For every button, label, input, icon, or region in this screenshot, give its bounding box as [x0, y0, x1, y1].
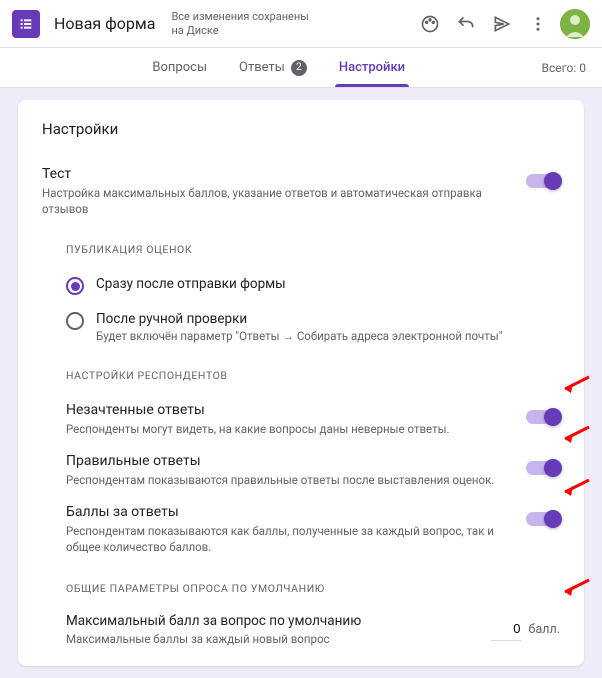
avatar[interactable] [560, 9, 590, 39]
quiz-toggle[interactable] [526, 174, 560, 188]
palette-icon [420, 14, 440, 34]
tab-responses-label: Ответы [239, 60, 285, 75]
publication-label: ПУБЛИКАЦИЯ ОЦЕНОК [66, 243, 560, 256]
respondent-settings-label: НАСТРОЙКИ РЕСПОНДЕНТОВ [66, 369, 560, 382]
opt-missed-desc: Респонденты могут видеть, на какие вопро… [66, 421, 526, 437]
responses-count-badge: 2 [291, 60, 307, 76]
radio-icon-checked [66, 277, 84, 295]
opt-points-toggle[interactable] [526, 512, 560, 526]
undo-button[interactable] [448, 6, 484, 42]
opt-missed-toggle[interactable] [526, 410, 560, 424]
undo-icon [456, 14, 476, 34]
customize-theme-button[interactable] [412, 6, 448, 42]
default-max-desc: Максимальные баллы за каждый новый вопро… [66, 632, 483, 646]
quiz-title: Тест [42, 166, 526, 182]
more-vert-icon [529, 15, 547, 33]
default-max-input[interactable] [491, 617, 521, 641]
content-area: Настройки Тест Настройка максимальных ба… [0, 88, 602, 678]
radio-manual[interactable]: После ручной проверки Будет включён пара… [66, 303, 560, 351]
card-title: Настройки [42, 120, 560, 138]
more-button[interactable] [520, 6, 556, 42]
form-title[interactable]: Новая форма [54, 14, 155, 33]
radio-manual-desc: Будет включён параметр "Ответы → Собират… [96, 329, 560, 343]
score-unit: балл. [529, 622, 560, 637]
default-max-row: Максимальный балл за вопрос по умолчанию… [66, 607, 560, 646]
opt-points: Баллы за ответы Респондентам показываютс… [66, 496, 560, 563]
save-status: Все изменения сохранены на Диске [171, 10, 308, 36]
app-bar: Новая форма Все изменения сохранены на Д… [0, 0, 602, 48]
quiz-desc: Настройка максимальных баллов, указание … [42, 185, 526, 217]
settings-card: Настройки Тест Настройка максимальных ба… [18, 100, 584, 666]
opt-points-title: Баллы за ответы [66, 504, 526, 520]
send-button[interactable] [484, 6, 520, 42]
radio-icon-unchecked [66, 312, 84, 330]
quiz-section: Тест Настройка максимальных баллов, указ… [42, 158, 560, 225]
tab-responses[interactable]: Ответы 2 [235, 50, 311, 86]
radio-immediate[interactable]: Сразу после отправки формы [66, 268, 560, 303]
total-points: Всего: 0 [541, 61, 586, 75]
forms-icon [18, 16, 34, 32]
radio-manual-label: После ручной проверки [96, 311, 560, 327]
opt-missed-title: Незачтенные ответы [66, 402, 526, 418]
opt-correct: Правильные ответы Респондентам показываю… [66, 445, 560, 496]
opt-correct-toggle[interactable] [526, 461, 560, 475]
tab-settings[interactable]: Настройки [335, 50, 409, 86]
tab-questions[interactable]: Вопросы [148, 50, 211, 86]
send-icon [492, 14, 512, 34]
avatar-image [560, 9, 590, 39]
forms-logo [12, 10, 40, 38]
radio-immediate-label: Сразу после отправки формы [96, 276, 560, 292]
default-max-title: Максимальный балл за вопрос по умолчанию [66, 613, 483, 629]
defaults-label: ОБЩИЕ ПАРАМЕТРЫ ОПРОСА ПО УМОЛЧАНИЮ [66, 582, 560, 595]
tabs-bar: Вопросы Ответы 2 Настройки Всего: 0 [0, 48, 602, 88]
opt-correct-desc: Респондентам показываются правильные отв… [66, 472, 526, 488]
opt-missed: Незачтенные ответы Респонденты могут вид… [66, 394, 560, 445]
opt-points-desc: Респондентам показываются как баллы, пол… [66, 523, 526, 555]
opt-correct-title: Правильные ответы [66, 453, 526, 469]
